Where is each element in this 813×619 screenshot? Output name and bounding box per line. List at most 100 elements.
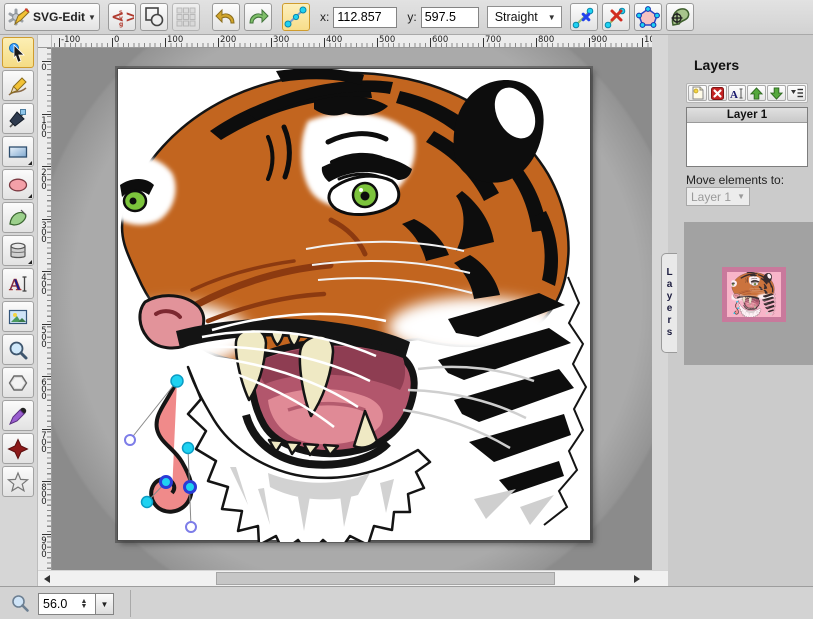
segment-type-select[interactable]: Straight ▼ [487,6,562,28]
rectangle-tool[interactable] [2,136,34,167]
horizontal-scrollbar[interactable] [38,570,668,586]
layers-side-tab[interactable]: Layers [661,253,677,353]
path-node-selected[interactable] [161,477,172,488]
move-layer-down-button[interactable] [767,85,786,101]
redo-button[interactable] [244,3,272,31]
svg-text:>: > [125,7,134,26]
delete-layer-button[interactable] [708,85,727,101]
minimap-thumbnail[interactable] [727,272,781,317]
segment-type-value: Straight [495,10,538,24]
ruler-top: -10001002003004005006007008009001000 [38,35,652,48]
shape-library-tool[interactable] [2,235,34,266]
image-tool-icon [7,306,29,328]
layers-side-tab-label: Layers [664,267,675,339]
layer-menu-button[interactable] [787,85,806,101]
control-handle-point[interactable] [125,435,135,445]
workspace: -10001002003004005006007008009001000 010… [38,35,668,586]
star-tool[interactable] [2,466,34,497]
select-tool[interactable] [2,37,34,68]
main-menu-button[interactable]: SVG-Edit ▼ [4,3,100,31]
scroll-right-arrow[interactable] [634,575,640,583]
rectangle-flyout-arrow [28,161,32,165]
tiger-artwork [118,69,592,542]
zoom-input-wrap: ▲ ▼ [38,593,96,615]
move-elements-value: Layer 1 [691,190,731,204]
zoom-dropdown-button[interactable]: ▼ [96,593,114,615]
layer-menu-icon [790,87,804,99]
path-node[interactable] [183,443,194,454]
svg-edit-window: SVG-Edit ▼ < > s v g [0,0,813,619]
path-node[interactable] [171,375,183,387]
text-tool-icon: A [7,273,29,295]
select-tool-icon [7,42,29,64]
svg-text:A: A [9,275,22,294]
move-layer-up-button[interactable] [747,85,766,101]
bottom-bar-divider [130,590,131,617]
ellipse-tool-icon [7,174,29,196]
ellipse-tool[interactable] [2,169,34,200]
delete-layer-icon [711,87,724,100]
rename-layer-button[interactable]: A [728,85,747,101]
svg-source-button[interactable]: < > s v g [108,3,136,31]
magnifier-icon [7,339,29,361]
bottom-bar: ▲ ▼ ▼ [0,586,813,619]
link-control-points-button[interactable] [282,3,310,31]
minimap-thumbnail-frame[interactable] [722,267,786,322]
layer-row[interactable]: Layer 1 [687,108,807,123]
add-subpath-button[interactable] [666,3,694,31]
zoom-spin-down[interactable]: ▼ [81,604,88,609]
pencil-tool[interactable] [2,70,34,101]
x-input[interactable] [333,7,397,28]
eyedropper-icon [7,405,29,427]
delete-node-button[interactable] [602,3,630,31]
star-icon [7,471,29,493]
y-input[interactable] [421,7,479,28]
text-tool[interactable]: A [2,268,34,299]
line-tool[interactable] [2,103,34,134]
segment-type-caret: ▼ [548,13,556,22]
x-label: x: [320,10,329,24]
minimap-tiger [727,272,781,317]
path-tool-icon [7,207,29,229]
canvas-viewport[interactable] [52,48,652,570]
new-layer-icon [691,86,704,100]
layers-panel: Layers A [668,35,813,586]
path-tool[interactable] [2,202,34,233]
control-handle-point[interactable] [186,522,196,532]
insert-node-button[interactable] [570,3,598,31]
shape-cross-tool[interactable] [2,433,34,464]
path-node-selected[interactable] [185,482,196,493]
undo-icon [214,5,238,29]
new-layer-button[interactable] [688,85,707,101]
maroon-cross-icon [7,438,29,460]
grid-button[interactable] [172,3,200,31]
svg-text:g: g [119,21,123,28]
rename-layer-icon: A [730,87,744,100]
polygon-tool[interactable] [2,367,34,398]
eyedropper-tool[interactable] [2,400,34,431]
link-control-points-icon [284,5,308,29]
y-label: y: [407,10,416,24]
zoom-dropdown-caret: ▼ [101,600,109,609]
svg-text:A: A [730,89,738,100]
zoom-tool[interactable] [2,334,34,365]
scroll-left-arrow[interactable] [44,575,50,583]
ruler-corner [38,35,52,48]
move-elements-label: Move elements to: [686,173,784,187]
wireframe-button[interactable] [140,3,168,31]
horizontal-scrollbar-thumb[interactable] [216,572,555,585]
move-elements-select[interactable]: Layer 1 ▼ [686,187,750,206]
ruler-left: 0100200300400500600700800900 [38,48,52,570]
image-tool[interactable] [2,301,34,332]
zoom-spinner[interactable]: ▲ ▼ [77,599,91,609]
layer-up-icon [750,87,763,100]
open-close-path-button[interactable] [634,3,662,31]
svg-edit-logo-icon [8,6,30,28]
undo-button[interactable] [212,3,240,31]
zoom-input[interactable] [39,597,77,611]
path-node[interactable] [142,497,153,508]
tool-palette: A [0,35,38,586]
cylinder-icon [7,240,29,262]
shape-library-flyout-arrow [28,260,32,264]
add-subpath-icon [668,5,692,29]
